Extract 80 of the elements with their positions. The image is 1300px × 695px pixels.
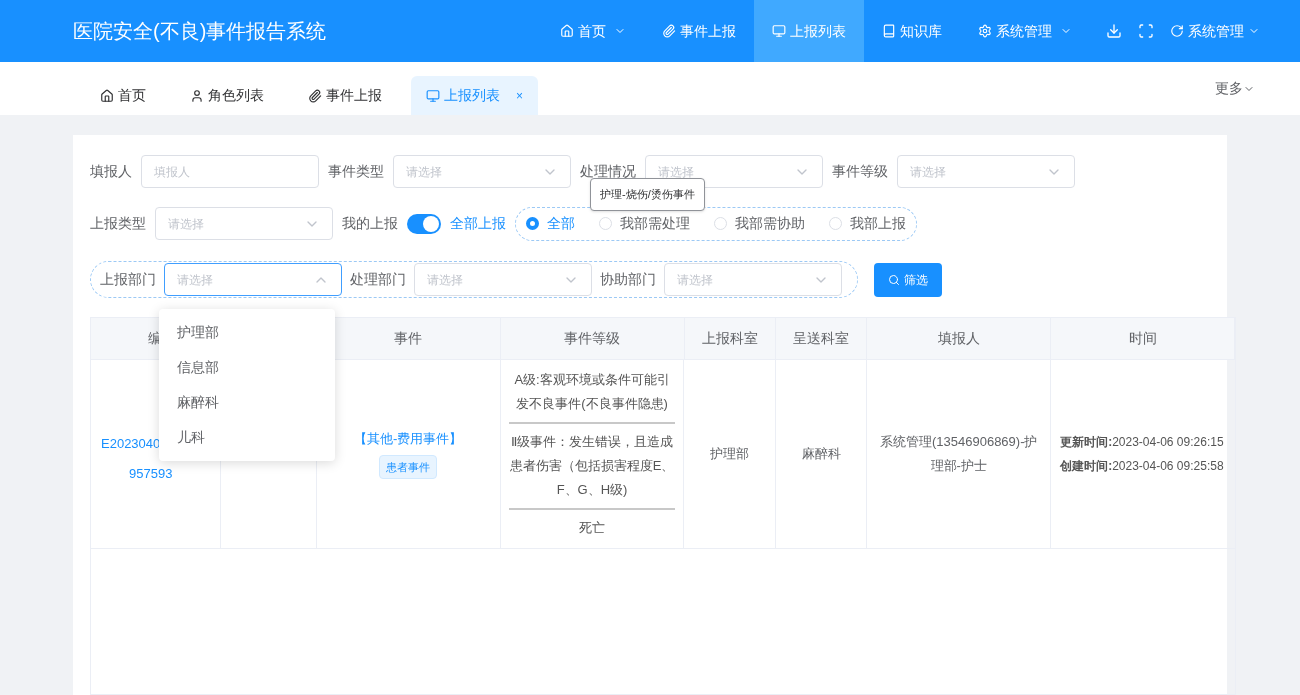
- tooltip: 护理-烧伤/烫伤事件: [590, 178, 705, 211]
- home-icon: [560, 24, 574, 38]
- select-field[interactable]: 请选择: [645, 155, 823, 188]
- monitor-icon: [772, 24, 786, 38]
- field-label: 上报类型: [90, 214, 146, 233]
- field-label: 处理部门: [350, 270, 406, 289]
- nav-item[interactable]: 上报列表: [754, 0, 864, 62]
- table-cell-text: 系统管理(13546906869)-护理部-护士: [878, 433, 1039, 475]
- timestamp: 创建时间:2023-04-06 09:25:58: [1060, 458, 1225, 475]
- nav-item[interactable]: 系统管理: [960, 0, 1090, 62]
- event-link[interactable]: 【其他-费用事件】: [354, 429, 463, 449]
- paperclip-icon: [662, 24, 676, 38]
- switch-label: 全部上报: [450, 214, 506, 233]
- monitor-icon: [426, 88, 440, 103]
- book-icon: [882, 24, 896, 38]
- filter-button[interactable]: 筛选: [874, 262, 942, 297]
- fullscreen-icon[interactable]: [1138, 23, 1154, 39]
- select-field[interactable]: 请选择: [664, 263, 842, 296]
- table-cell-text: 护理部: [710, 445, 750, 464]
- user-menu[interactable]: 系统管理: [1170, 0, 1260, 62]
- download-icon[interactable]: [1106, 23, 1122, 39]
- app-title: 医院安全(不良)事件报告系统: [73, 19, 327, 44]
- radio-option[interactable]: 我部需协助: [714, 213, 805, 234]
- tab[interactable]: 事件上报: [293, 76, 397, 115]
- column-header: 填报人: [937, 329, 980, 348]
- column-header: 事件: [394, 329, 423, 348]
- radio-option[interactable]: 全部: [526, 213, 575, 234]
- user-icon: [190, 88, 204, 103]
- column-header: 呈送科室: [793, 329, 850, 348]
- field-label: 填报人: [90, 162, 132, 181]
- placeholder: 请选择: [427, 271, 463, 289]
- tab[interactable]: 角色列表: [175, 76, 279, 115]
- dropdown-item[interactable]: 信息部: [159, 350, 335, 385]
- field-label: 处理情况: [580, 162, 636, 181]
- placeholder: 请选择: [406, 163, 442, 181]
- select-field[interactable]: 请选择: [393, 155, 571, 188]
- search-icon: [888, 273, 900, 286]
- table-cell-text: 麻醉科: [801, 445, 841, 464]
- placeholder: 请选择: [168, 215, 204, 233]
- select-field[interactable]: 请选择: [155, 207, 333, 240]
- home-icon: [100, 88, 114, 103]
- nav-item[interactable]: 知识库: [864, 0, 960, 62]
- record-number-link[interactable]: 957593: [101, 464, 220, 484]
- paperclip-icon: [308, 88, 322, 103]
- field-label: 上报部门: [100, 270, 156, 289]
- more-menu[interactable]: 更多: [1215, 78, 1255, 99]
- placeholder: 填报人: [154, 163, 190, 181]
- input-field[interactable]: 填报人: [141, 155, 319, 188]
- settings-icon: [978, 24, 992, 38]
- dropdown-item[interactable]: 麻醉科: [159, 385, 335, 420]
- select-field[interactable]: 请选择: [164, 263, 342, 296]
- placeholder: 请选择: [658, 163, 694, 181]
- placeholder: 请选择: [177, 271, 213, 289]
- event-tag: 患者事件: [379, 454, 438, 479]
- field-label: 事件类型: [328, 162, 384, 181]
- radio-option[interactable]: 我部需处理: [599, 213, 690, 234]
- timestamp: 更新时间:2023-04-06 09:26:15: [1060, 434, 1225, 451]
- placeholder: 请选择: [910, 163, 946, 181]
- radio-option[interactable]: 我部上报: [829, 213, 906, 234]
- placeholder: 请选择: [677, 271, 713, 289]
- column-header: 事件等级: [564, 329, 621, 348]
- field-label: 事件等级: [832, 162, 888, 181]
- tab[interactable]: 上报列表 ×: [411, 76, 538, 115]
- event-level-text: Ⅱ级事件：发生错误，且造成患者伤害（包括损害程度E、F、G、H级): [508, 433, 676, 499]
- event-level-text: 死亡: [578, 519, 607, 537]
- column-header: 上报科室: [701, 329, 758, 348]
- tab[interactable]: 首页: [85, 76, 161, 115]
- nav-item[interactable]: 事件上报: [644, 0, 754, 62]
- close-icon[interactable]: ×: [516, 86, 523, 105]
- select-field[interactable]: 请选择: [897, 155, 1075, 188]
- dropdown-item[interactable]: 护理部: [159, 315, 335, 350]
- toggle-switch[interactable]: [407, 213, 441, 234]
- field-label: 我的上报: [342, 214, 398, 233]
- refresh-icon: [1170, 24, 1184, 38]
- field-label: 协助部门: [600, 270, 656, 289]
- column-header: 时间: [1128, 329, 1157, 348]
- select-field[interactable]: 请选择: [414, 263, 592, 296]
- nav-item[interactable]: 首页: [542, 0, 644, 62]
- dropdown-item[interactable]: 儿科: [159, 420, 335, 455]
- event-level-text: A级:客观环境或条件可能引发不良事件(不良事件隐患): [513, 371, 671, 413]
